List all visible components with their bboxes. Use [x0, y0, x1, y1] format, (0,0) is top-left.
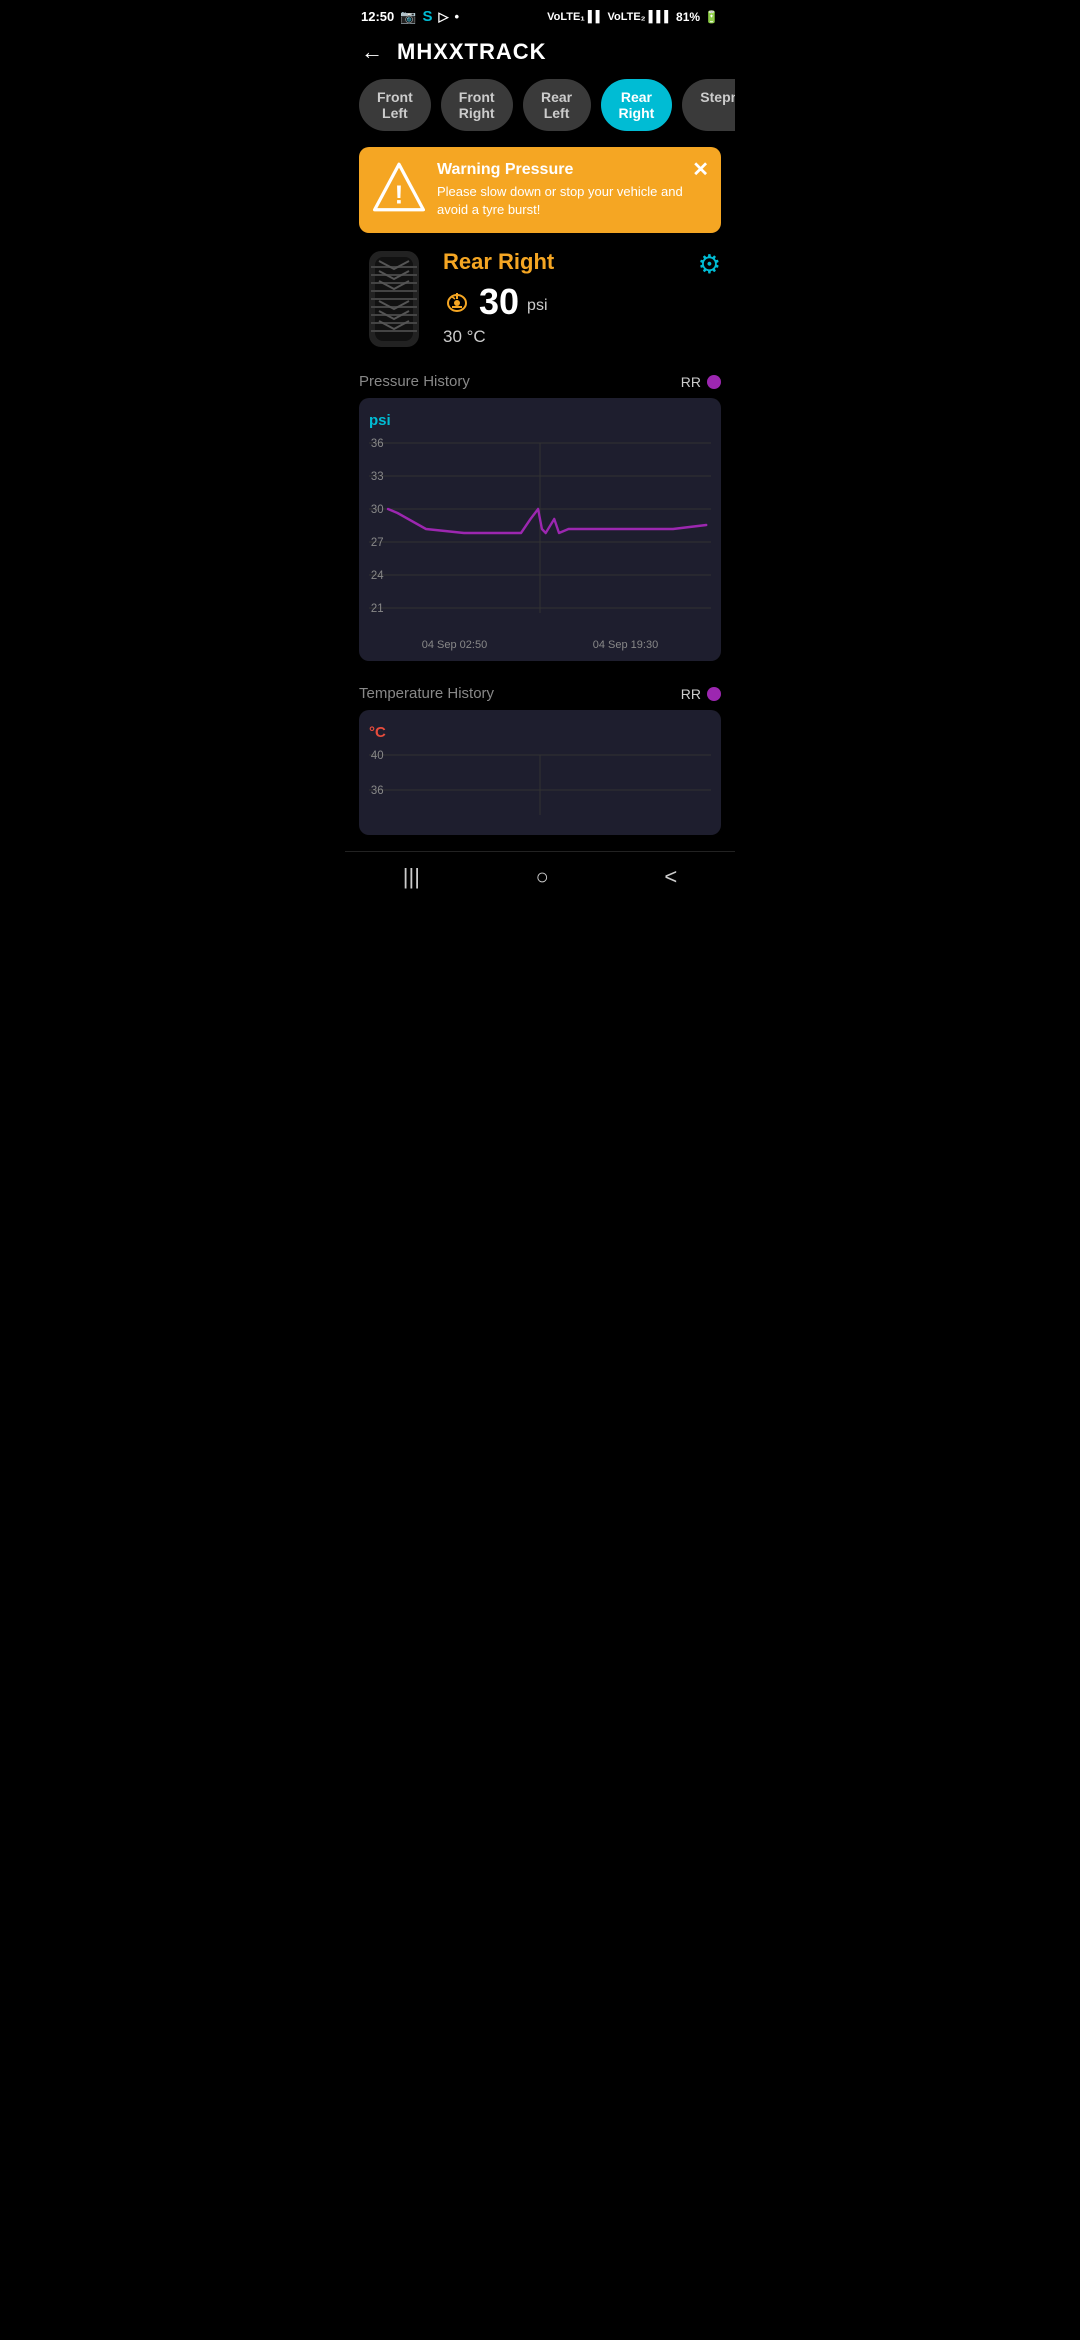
chart-footer: 04 Sep 02:50 04 Sep 19:30 — [369, 639, 711, 651]
svg-text:!: ! — [395, 179, 404, 209]
pressure-chart-container: psi 36 33 30 27 24 21 04 Sep 02:50 04 Se… — [359, 398, 721, 661]
signal-lte2: VoLTE₂ ▌▌▌ — [607, 11, 672, 23]
warning-close-button[interactable]: ✕ — [692, 157, 709, 182]
warning-description: Please slow down or stop your vehicle an… — [437, 183, 707, 219]
pressure-legend-dot — [707, 375, 721, 389]
warning-triangle-icon: ! — [373, 161, 425, 213]
dot-icon: • — [454, 9, 459, 24]
back-button[interactable]: ← — [361, 39, 383, 65]
pressure-icon — [443, 285, 471, 319]
pressure-warning-icon — [443, 285, 471, 313]
tyre-image — [359, 249, 429, 349]
tab-rear-right[interactable]: RearRight — [601, 79, 673, 131]
nav-menu-button[interactable]: ||| — [403, 864, 420, 890]
pressure-chart-area: 36 33 30 27 24 21 — [369, 433, 711, 633]
photo-icon: 📷 — [400, 9, 416, 25]
temperature-legend: RR — [681, 686, 721, 702]
temperature-history-title: Temperature History — [359, 685, 494, 702]
nav-bar: ||| ○ < — [345, 851, 735, 898]
temperature-legend-label: RR — [681, 686, 701, 702]
svg-text:33: 33 — [371, 470, 384, 483]
pressure-value: 30 — [479, 281, 519, 323]
temperature-chart-container: °C 40 36 — [359, 710, 721, 835]
temperature-legend-dot — [707, 687, 721, 701]
warning-text-block: Warning Pressure Please slow down or sto… — [437, 161, 707, 219]
svg-text:21: 21 — [371, 602, 384, 615]
tab-front-left[interactable]: FrontLeft — [359, 79, 431, 131]
pressure-chart-label: psi — [369, 412, 711, 429]
header: ← MHXXTRACK — [345, 29, 735, 79]
chart-time-start: 04 Sep 02:50 — [422, 639, 487, 651]
chart-time-end: 04 Sep 19:30 — [593, 639, 658, 651]
pressure-history-header: Pressure History RR — [345, 365, 735, 398]
nav-back-button[interactable]: < — [664, 864, 677, 890]
nav-home-button[interactable]: ○ — [536, 864, 549, 890]
tab-rear-left[interactable]: RearLeft — [523, 79, 591, 131]
svg-text:36: 36 — [371, 437, 384, 450]
tyre-name: Rear Right — [443, 249, 721, 275]
status-right: VoLTE₁ ▌▌ VoLTE₂ ▌▌▌ 81% 🔋 — [547, 10, 719, 24]
pressure-chart-svg: 36 33 30 27 24 21 — [369, 433, 711, 633]
svg-text:24: 24 — [371, 569, 384, 582]
pressure-legend: RR — [681, 374, 721, 390]
page-title: MHXXTRACK — [397, 39, 547, 65]
pressure-legend-label: RR — [681, 374, 701, 390]
signal-lte1: VoLTE₁ ▌▌ — [547, 11, 603, 23]
tyre-info-card: Rear Right 30 psi 30 °C ⚙ — [359, 249, 721, 349]
warning-title: Warning Pressure — [437, 161, 707, 179]
temperature-chart-svg: 40 36 — [369, 745, 711, 825]
play-icon: ▷ — [438, 9, 448, 25]
svg-text:40: 40 — [371, 749, 384, 762]
time-display: 12:50 — [361, 9, 394, 24]
temperature-chart-area: 40 36 — [369, 745, 711, 825]
status-left: 12:50 📷 S ▷ • — [361, 8, 459, 25]
tab-stepney[interactable]: Stepney — [682, 79, 735, 131]
tyre-details: Rear Right 30 psi 30 °C — [443, 249, 721, 347]
svg-text:36: 36 — [371, 784, 384, 797]
battery-display: 81% — [676, 10, 700, 24]
s-icon: S — [422, 8, 432, 25]
battery-icon: 🔋 — [704, 10, 719, 24]
svg-text:30: 30 — [371, 503, 384, 516]
pressure-unit: psi — [527, 297, 547, 315]
status-bar: 12:50 📷 S ▷ • VoLTE₁ ▌▌ VoLTE₂ ▌▌▌ 81% 🔋 — [345, 0, 735, 29]
settings-button[interactable]: ⚙ — [698, 249, 721, 280]
warning-banner: ! Warning Pressure Please slow down or s… — [359, 147, 721, 233]
tab-front-right[interactable]: FrontRight — [441, 79, 513, 131]
tyre-pressure-row: 30 psi — [443, 281, 721, 323]
svg-text:27: 27 — [371, 536, 384, 549]
temperature-history-header: Temperature History RR — [345, 677, 735, 710]
temperature-chart-label: °C — [369, 724, 711, 741]
pressure-history-title: Pressure History — [359, 373, 470, 390]
tab-bar: FrontLeft FrontRight RearLeft RearRight … — [345, 79, 735, 147]
tyre-temperature: 30 °C — [443, 327, 721, 347]
